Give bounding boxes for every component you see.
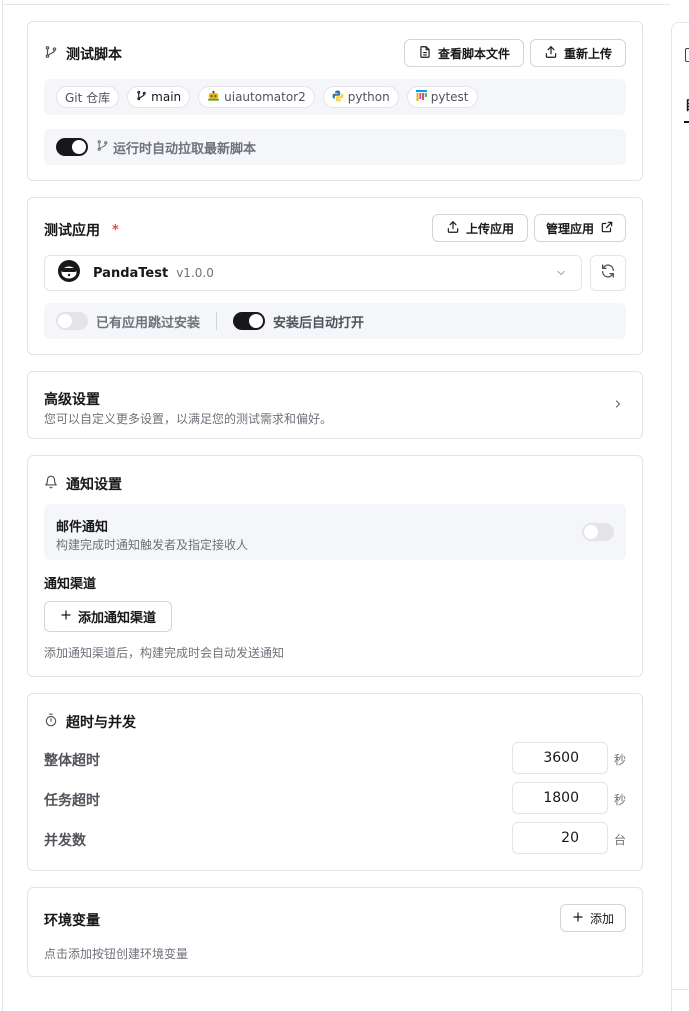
add-channel-label: 添加通知渠道 <box>77 611 156 626</box>
file-icon <box>418 45 432 62</box>
tag-label: pytest <box>430 90 469 104</box>
concurrency-label: 并发数 <box>44 833 86 849</box>
tag-framework: uiautomator2 <box>198 86 315 108</box>
right-panel: 目 <box>671 22 689 1011</box>
email-notify-toggle[interactable] <box>582 523 614 541</box>
tag-label: main <box>151 90 182 104</box>
right-panel-tab[interactable]: 目 <box>685 95 689 114</box>
auto-pull-label: 运行时自动拉取最新脚本 <box>113 141 257 157</box>
git-branch-icon <box>44 45 58 63</box>
email-notify-row: 邮件通知 构建完成时通知触发者及指定接收人 <box>44 504 626 560</box>
email-notify-title: 邮件通知 <box>56 520 109 535</box>
app-logo-icon <box>57 259 81 287</box>
env-section-title: 环境变量 <box>44 913 100 929</box>
app-section-title: 测试应用 <box>44 223 100 239</box>
add-channel-button[interactable]: 添加通知渠道 <box>44 601 172 632</box>
install-options-bar: 已有应用跳过安装 安装后自动打开 <box>44 303 626 339</box>
timer-icon <box>44 713 58 731</box>
auto-open-toggle[interactable] <box>233 312 266 330</box>
add-env-button[interactable]: 添加 <box>560 904 626 932</box>
chevron-right-icon <box>612 398 624 414</box>
right-panel-divider <box>672 989 689 990</box>
refresh-app-button[interactable] <box>590 255 626 291</box>
skip-install-toggle[interactable] <box>56 312 88 330</box>
python-icon <box>332 90 344 105</box>
add-env-label: 添加 <box>589 911 614 926</box>
robot-icon <box>207 90 220 105</box>
manage-app-label: 管理应用 <box>545 221 594 236</box>
active-tab-indicator <box>684 121 689 123</box>
tag-label: Git 仓库 <box>65 90 111 105</box>
tag-git-repo: Git 仓库 <box>56 86 120 108</box>
upload-icon <box>446 220 460 237</box>
concurrency-input[interactable]: 20 <box>512 822 608 854</box>
chevron-down-icon <box>555 267 567 283</box>
overall-timeout-label: 整体超时 <box>44 753 100 769</box>
auto-open-label: 安装后自动打开 <box>273 315 365 331</box>
plus-icon <box>60 609 72 625</box>
advanced-settings-description: 您可以自定义更多设置，以满足您的测试需求和偏好。 <box>44 412 333 426</box>
auto-pull-bar: 运行时自动拉取最新脚本 <box>44 129 626 165</box>
task-timeout-label: 任务超时 <box>44 793 100 809</box>
app-card: 测试应用 * 上传应用 管理应用 PandaTest v1.0.0 已有应用跳过… <box>27 197 643 355</box>
external-link-icon <box>600 220 614 237</box>
email-notify-description: 构建完成时通知触发者及指定接收人 <box>56 538 249 552</box>
frame-left-border <box>2 0 3 1011</box>
tag-language: python <box>322 86 399 108</box>
advanced-settings-title: 高级设置 <box>44 392 100 408</box>
notify-section-title: 通知设置 <box>66 477 122 493</box>
upload-app-button[interactable]: 上传应用 <box>432 214 528 242</box>
tag-label: uiautomator2 <box>224 90 306 104</box>
required-mark: * <box>112 222 119 238</box>
channel-title: 通知渠道 <box>44 577 97 592</box>
git-branch-icon <box>96 139 109 156</box>
channel-hint: 添加通知渠道后，构建完成时会自动发送通知 <box>44 646 285 660</box>
panel-icon <box>685 48 689 62</box>
timeout-card: 超时与并发 整体超时 3600 秒 任务超时 1800 秒 并发数 20 台 <box>27 693 643 871</box>
reupload-button[interactable]: 重新上传 <box>530 39 626 67</box>
view-script-label: 查看脚本文件 <box>437 46 510 61</box>
upload-app-label: 上传应用 <box>465 221 514 236</box>
pytest-icon <box>415 89 427 105</box>
auto-pull-toggle[interactable] <box>56 138 88 156</box>
plus-icon <box>572 911 584 926</box>
tag-test-runner: pytest <box>406 86 478 108</box>
advanced-settings-card[interactable]: 高级设置 您可以自定义更多设置，以满足您的测试需求和偏好。 <box>27 371 643 439</box>
frame-top-border <box>2 4 670 5</box>
bell-icon <box>44 475 58 493</box>
options-divider <box>216 312 218 330</box>
manage-app-button[interactable]: 管理应用 <box>534 214 626 242</box>
env-hint: 点击添加按钮创建环境变量 <box>44 947 189 961</box>
overall-timeout-unit: 秒 <box>614 753 627 767</box>
task-timeout-unit: 秒 <box>614 793 627 807</box>
app-version: v1.0.0 <box>176 266 214 280</box>
overall-timeout-input[interactable]: 3600 <box>512 742 608 774</box>
view-script-button[interactable]: 查看脚本文件 <box>404 39 524 67</box>
skip-install-label: 已有应用跳过安装 <box>96 315 201 331</box>
script-section-title: 测试脚本 <box>66 47 122 63</box>
git-branch-icon <box>136 90 147 104</box>
script-tags-bar: Git 仓库 main uiautomator2 python pytest <box>44 79 626 115</box>
env-card: 环境变量 添加 点击添加按钮创建环境变量 <box>27 887 643 977</box>
app-name: PandaTest <box>93 265 169 281</box>
script-card: 测试脚本 查看脚本文件 重新上传 Git 仓库 main uiautomator… <box>27 21 643 181</box>
reupload-label: 重新上传 <box>563 46 612 61</box>
upload-icon <box>544 45 558 62</box>
concurrency-unit: 台 <box>614 833 627 847</box>
refresh-icon <box>600 263 616 283</box>
timeout-section-title: 超时与并发 <box>66 715 136 731</box>
tag-branch: main <box>127 86 191 108</box>
tag-label: python <box>347 90 390 104</box>
notify-card: 通知设置 邮件通知 构建完成时通知触发者及指定接收人 通知渠道 添加通知渠道 添… <box>27 455 643 677</box>
app-select[interactable]: PandaTest v1.0.0 <box>44 255 582 291</box>
task-timeout-input[interactable]: 1800 <box>512 782 608 814</box>
